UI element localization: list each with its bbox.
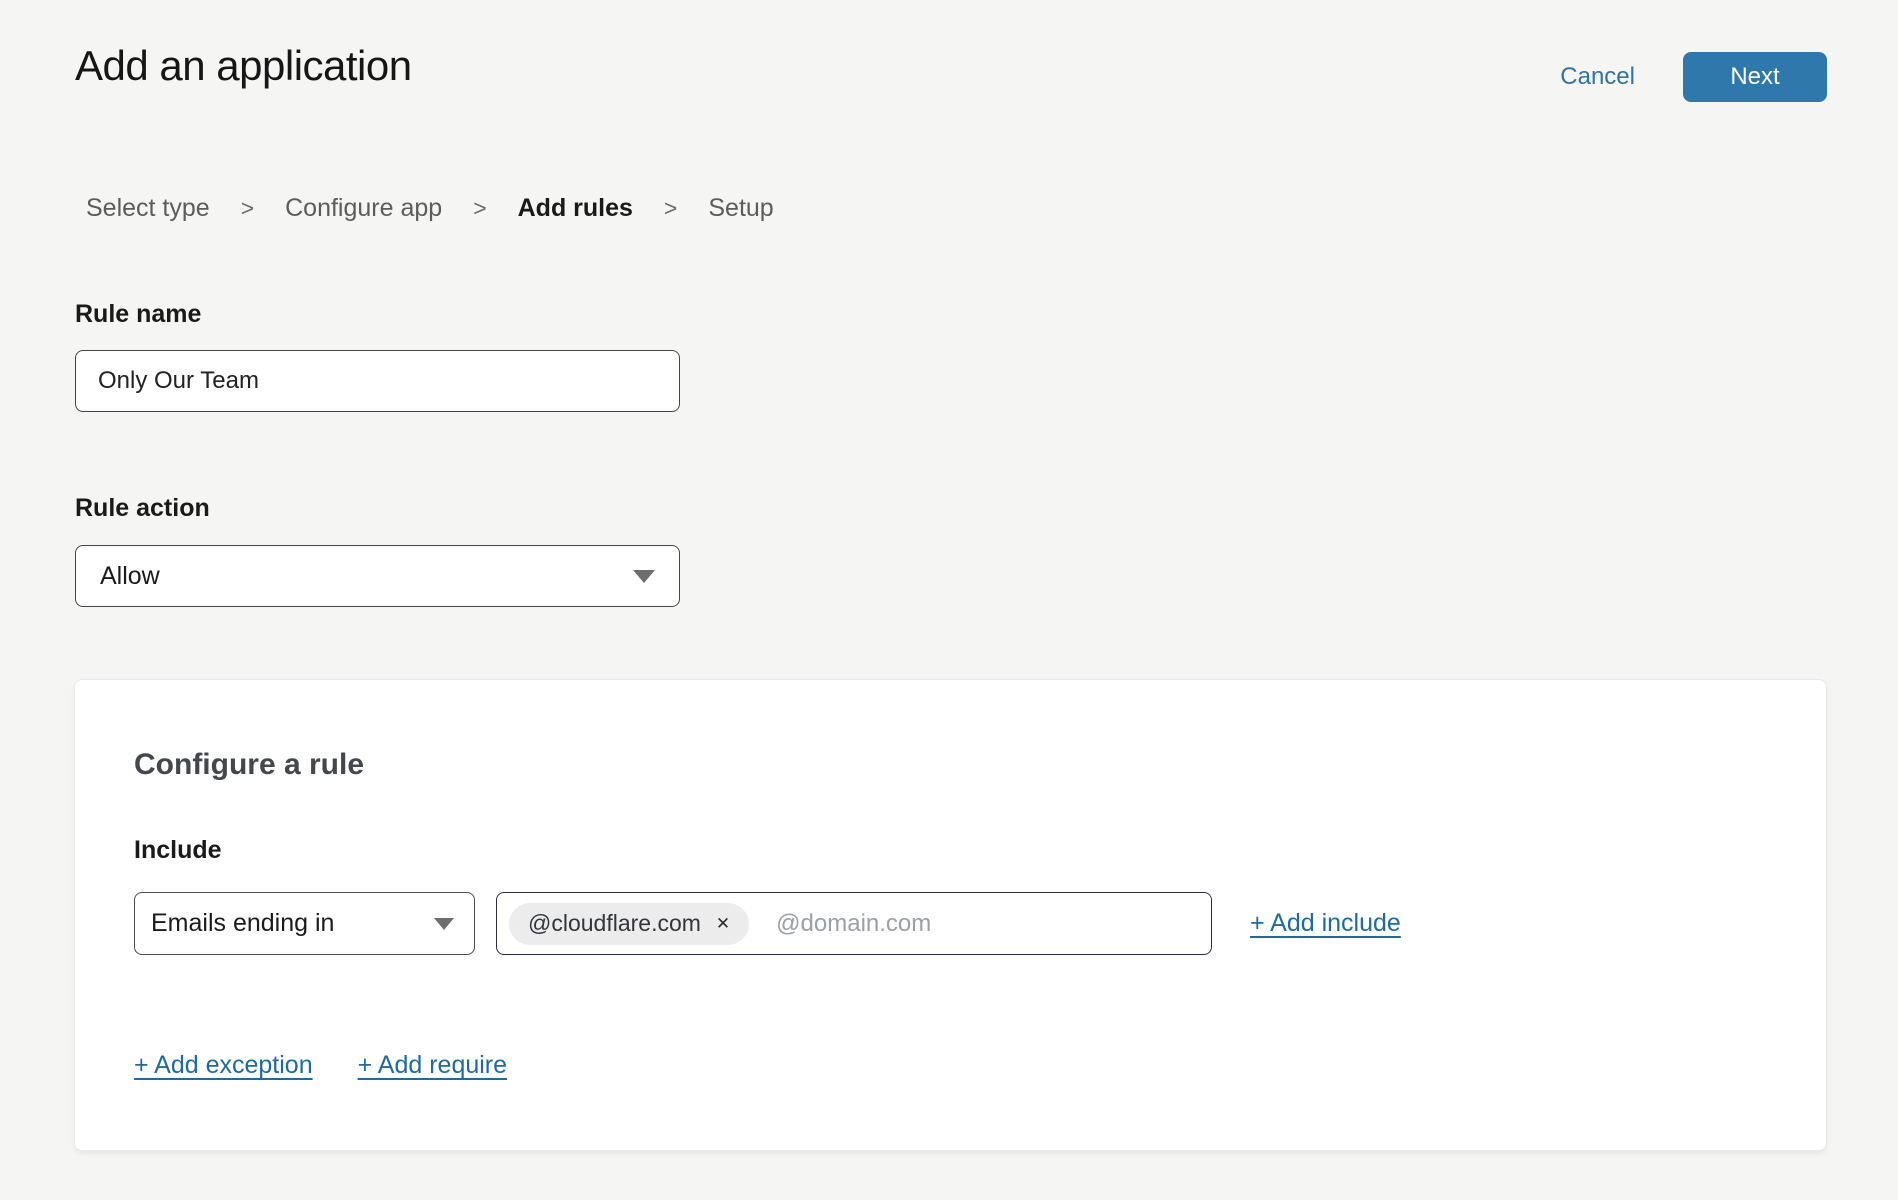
include-criteria-selected-value: Emails ending in xyxy=(151,909,334,938)
add-exception-link[interactable]: + Add exception xyxy=(134,1051,313,1080)
rule-extra-links: + Add exception + Add require xyxy=(134,1051,1767,1080)
email-domain-tag-label: @cloudflare.com xyxy=(528,910,701,937)
configure-rule-card: Configure a rule Include Emails ending i… xyxy=(74,679,1827,1151)
cancel-button[interactable]: Cancel xyxy=(1560,63,1635,91)
breadcrumb-step-select-type[interactable]: Select type xyxy=(86,194,210,223)
include-value-tag-input[interactable]: @cloudflare.com ✕ xyxy=(496,892,1212,955)
include-rule-row: Emails ending in @cloudflare.com ✕ + Add… xyxy=(134,892,1767,955)
include-label: Include xyxy=(134,836,1767,865)
include-criteria-select[interactable]: Emails ending in xyxy=(134,892,475,955)
add-require-link[interactable]: + Add require xyxy=(358,1051,507,1080)
page-title: Add an application xyxy=(75,40,412,93)
page-header: Add an application Cancel Next xyxy=(75,40,1827,102)
rule-action-selected-value: Allow xyxy=(100,562,160,591)
add-include-link[interactable]: + Add include xyxy=(1250,909,1401,938)
rule-action-label: Rule action xyxy=(75,494,680,523)
rule-name-input[interactable] xyxy=(75,350,680,412)
chevron-down-icon xyxy=(633,570,655,583)
header-actions: Cancel Next xyxy=(1560,52,1827,102)
breadcrumb-step-add-rules[interactable]: Add rules xyxy=(518,194,633,223)
rule-action-section: Rule action Allow xyxy=(75,494,680,607)
rule-name-label: Rule name xyxy=(75,300,680,329)
breadcrumb-separator: > xyxy=(241,195,254,222)
add-application-page: Add an application Cancel Next Select ty… xyxy=(0,0,1898,1200)
next-button[interactable]: Next xyxy=(1683,52,1827,102)
breadcrumb-step-setup[interactable]: Setup xyxy=(708,194,773,223)
remove-tag-icon[interactable]: ✕ xyxy=(716,915,730,932)
breadcrumb-separator: > xyxy=(473,195,486,222)
domain-entry-input[interactable] xyxy=(776,910,1199,938)
breadcrumb: Select type > Configure app > Add rules … xyxy=(86,194,774,223)
breadcrumb-step-configure-app[interactable]: Configure app xyxy=(285,194,442,223)
configure-rule-heading: Configure a rule xyxy=(134,748,1767,782)
chevron-down-icon xyxy=(434,918,454,930)
email-domain-tag: @cloudflare.com ✕ xyxy=(509,903,749,945)
rule-name-section: Rule name xyxy=(75,300,680,412)
rule-action-select[interactable]: Allow xyxy=(75,545,680,607)
breadcrumb-separator: > xyxy=(664,195,677,222)
